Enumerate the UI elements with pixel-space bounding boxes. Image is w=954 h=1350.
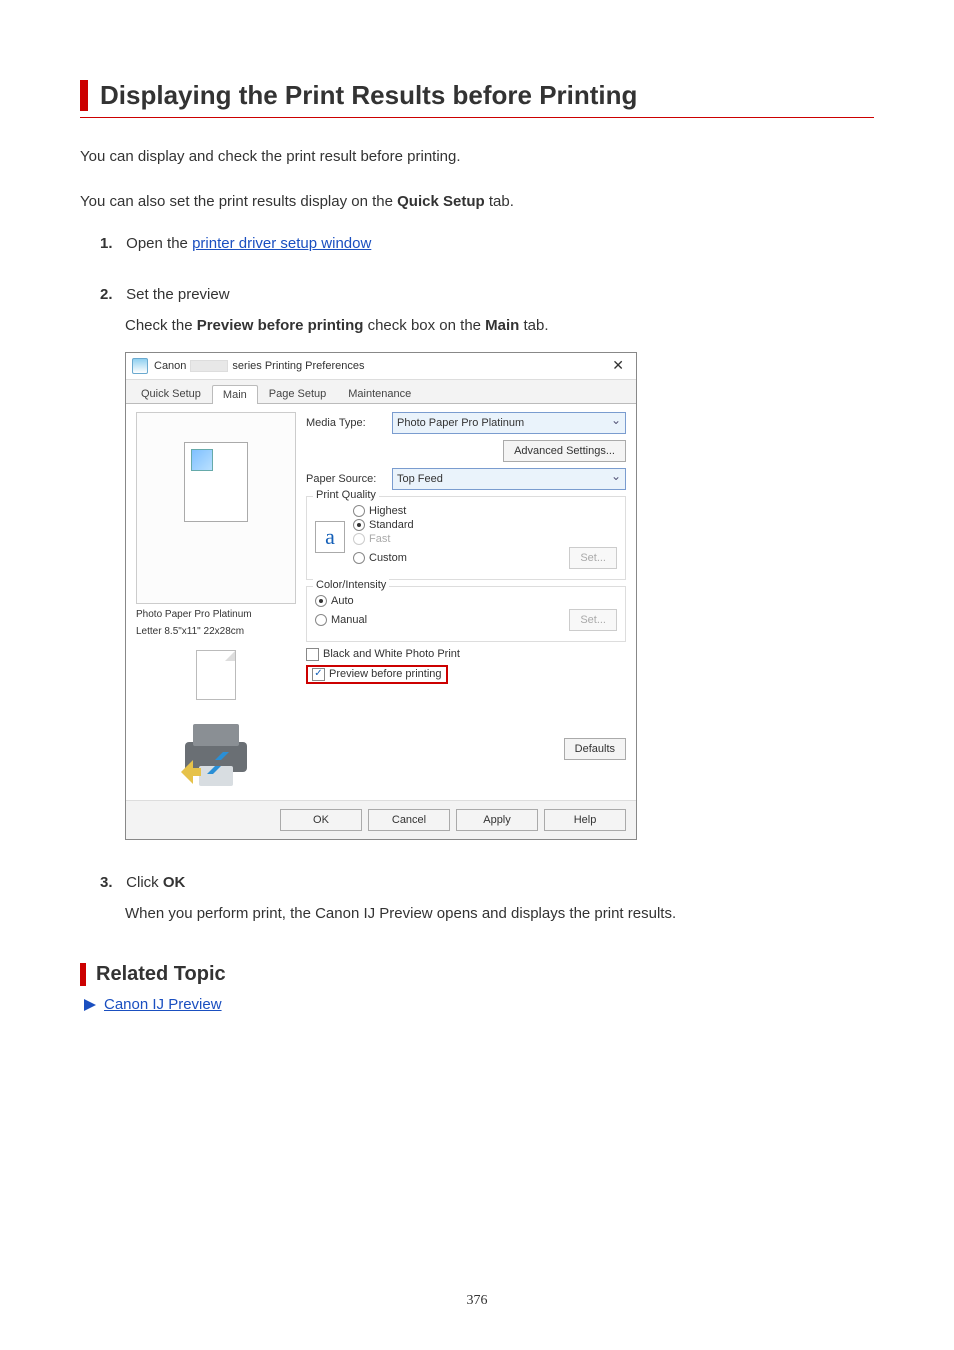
step-subtext: When you perform print, the Canon IJ Pre… bbox=[125, 903, 874, 926]
redacted-model bbox=[190, 360, 228, 372]
canon-icon bbox=[132, 358, 148, 374]
defaults-button[interactable]: Defaults bbox=[564, 738, 626, 760]
quality-custom-radio[interactable] bbox=[353, 552, 365, 564]
dialog-footer: OK Cancel Apply Help bbox=[126, 800, 636, 839]
text-bold: Main bbox=[485, 317, 519, 334]
window-titlebar: Canon series Printing Preferences ✕ bbox=[126, 353, 636, 380]
color-intensity-group: Color/Intensity Auto Manual Set... bbox=[306, 586, 626, 642]
quality-sample-icon: a bbox=[315, 521, 345, 553]
tab-main[interactable]: Main bbox=[212, 385, 258, 404]
radio-label: Standard bbox=[369, 519, 414, 531]
arrow-right-icon bbox=[84, 999, 96, 1011]
canon-ij-preview-link[interactable]: Canon IJ Preview bbox=[104, 996, 222, 1013]
close-icon[interactable]: ✕ bbox=[606, 357, 630, 374]
text: tab. bbox=[485, 193, 514, 210]
tab-strip: Quick Setup Main Page Setup Maintenance bbox=[126, 380, 636, 404]
title-underline bbox=[80, 117, 874, 118]
intro-paragraph-1: You can display and check the print resu… bbox=[80, 146, 874, 169]
color-manual-radio[interactable] bbox=[315, 614, 327, 626]
step-subtext: Check the Preview before printing check … bbox=[125, 315, 874, 338]
preview-before-printing-highlight: Preview before printing bbox=[306, 665, 448, 684]
a-letter: a bbox=[325, 524, 335, 550]
quality-standard-radio[interactable] bbox=[353, 519, 365, 531]
step-text-bold: OK bbox=[163, 874, 186, 891]
radio-label: Highest bbox=[369, 505, 406, 517]
print-quality-label: Print Quality bbox=[313, 489, 379, 501]
text: tab. bbox=[519, 317, 548, 334]
radio-label: Fast bbox=[369, 533, 390, 545]
text: Check the bbox=[125, 317, 197, 334]
ok-button[interactable]: OK bbox=[280, 809, 362, 831]
step-number: 2. bbox=[100, 286, 122, 303]
color-auto-radio[interactable] bbox=[315, 595, 327, 607]
paper-caption-1: Photo Paper Pro Platinum bbox=[136, 608, 296, 621]
quality-highest-radio[interactable] bbox=[353, 505, 365, 517]
bw-photo-checkbox[interactable] bbox=[306, 648, 319, 661]
preview-before-printing-checkbox[interactable] bbox=[312, 668, 325, 681]
radio-label: Custom bbox=[369, 552, 407, 564]
step-text: Click bbox=[126, 874, 163, 891]
intro-paragraph-2: You can also set the print results displ… bbox=[80, 191, 874, 214]
tab-quick-setup[interactable]: Quick Setup bbox=[130, 384, 212, 403]
text: check box on the bbox=[363, 317, 485, 334]
paper-source-combo[interactable]: Top Feed bbox=[392, 468, 626, 490]
radio-label: Manual bbox=[331, 614, 367, 626]
advanced-settings-button[interactable]: Advanced Settings... bbox=[503, 440, 626, 462]
apply-button[interactable]: Apply bbox=[456, 809, 538, 831]
cancel-button[interactable]: Cancel bbox=[368, 809, 450, 831]
step-3: 3. Click OK When you perform print, the … bbox=[80, 874, 874, 926]
quality-fast-radio bbox=[353, 533, 365, 545]
tab-page-setup[interactable]: Page Setup bbox=[258, 384, 338, 403]
checkbox-label: Preview before printing bbox=[329, 668, 442, 680]
tab-maintenance[interactable]: Maintenance bbox=[337, 384, 422, 403]
title-text: Canon bbox=[154, 360, 186, 372]
quality-set-button: Set... bbox=[569, 547, 617, 569]
print-quality-group: Print Quality a Highest Standard Fast Cu… bbox=[306, 496, 626, 580]
step-number: 1. bbox=[100, 235, 122, 252]
help-button[interactable]: Help bbox=[544, 809, 626, 831]
paper-preview-box bbox=[136, 412, 296, 604]
printer-driver-link[interactable]: printer driver setup window bbox=[192, 235, 371, 252]
step-text: Open the bbox=[126, 235, 192, 252]
paper-caption-2: Letter 8.5"x11" 22x28cm bbox=[136, 625, 296, 638]
step-number: 3. bbox=[100, 874, 122, 891]
text-bold: Preview before printing bbox=[197, 317, 364, 334]
related-topic-heading: Related Topic bbox=[80, 963, 874, 986]
page-orientation-icon bbox=[196, 650, 236, 700]
step-2: 2. Set the preview Check the Preview bef… bbox=[80, 286, 874, 840]
page-title: Displaying the Print Results before Prin… bbox=[100, 80, 874, 111]
media-type-label: Media Type: bbox=[306, 417, 386, 429]
media-type-combo[interactable]: Photo Paper Pro Platinum bbox=[392, 412, 626, 434]
radio-label: Auto bbox=[331, 595, 354, 607]
color-intensity-label: Color/Intensity bbox=[313, 579, 389, 591]
text: You can also set the print results displ… bbox=[80, 193, 397, 210]
text-bold: Quick Setup bbox=[397, 193, 485, 210]
color-set-button: Set... bbox=[569, 609, 617, 631]
step-1: 1. Open the printer driver setup window bbox=[80, 235, 874, 252]
paper-source-label: Paper Source: bbox=[306, 473, 386, 485]
step-title: Set the preview bbox=[126, 286, 229, 303]
title-text: series Printing Preferences bbox=[232, 360, 364, 372]
page-number: 376 bbox=[80, 1293, 874, 1309]
paper-preview-icon bbox=[184, 442, 248, 522]
printing-preferences-window: Canon series Printing Preferences ✕ Quic… bbox=[125, 352, 637, 840]
printer-icon bbox=[136, 712, 296, 792]
checkbox-label: Black and White Photo Print bbox=[323, 648, 460, 660]
